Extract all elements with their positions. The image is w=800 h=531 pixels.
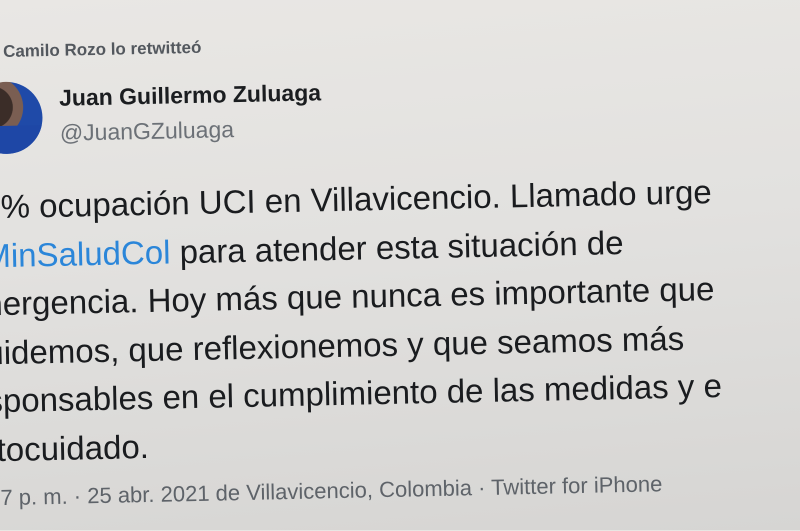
avatar[interactable]	[0, 81, 44, 155]
meta-separator: ·	[471, 474, 492, 501]
tweet-meta: 7 p. m. · 25 abr. 2021 de Villavicencio,…	[0, 471, 662, 511]
mention-link[interactable]: MinSaludCol	[0, 233, 171, 274]
retweet-context[interactable]: Camilo Rozo lo retwitteó	[3, 38, 202, 62]
meta-separator: ·	[67, 483, 88, 509]
tweet-line-5: sponsables en el cumplimiento de las med…	[0, 366, 723, 420]
tweet-text: 0% ocupación UCI en Villavicencio. Llama…	[0, 165, 800, 475]
author-display-name[interactable]: Juan Guillermo Zuluaga	[59, 79, 321, 111]
tweet-time[interactable]: 7 p. m.	[0, 484, 68, 510]
avatar-shirt	[0, 125, 44, 155]
tweet-line-3: nergencia. Hoy más que nunca es importan…	[0, 270, 715, 323]
tweet-line-4: uidemos, que reflexionemos y que seamos …	[0, 319, 685, 371]
tweet-location[interactable]: de Villavicencio, Colombia	[209, 475, 472, 505]
tweet-line-2: para atender esta situación de	[170, 223, 624, 270]
tweet-screen: Camilo Rozo lo retwitteó Juan Guillermo …	[0, 0, 800, 530]
tweet-date[interactable]: 25 abr. 2021	[87, 481, 210, 509]
retweeted-by-label: Camilo Rozo lo retwitteó	[2, 37, 202, 61]
tweet-source[interactable]: Twitter for iPhone	[491, 471, 663, 500]
tweet-line-6: ıtocuidado.	[0, 427, 150, 468]
author-handle[interactable]: @JuanGZuluaga	[60, 116, 235, 147]
tweet-line-1: 0% ocupación UCI en Villavicencio. Llama…	[0, 173, 713, 226]
